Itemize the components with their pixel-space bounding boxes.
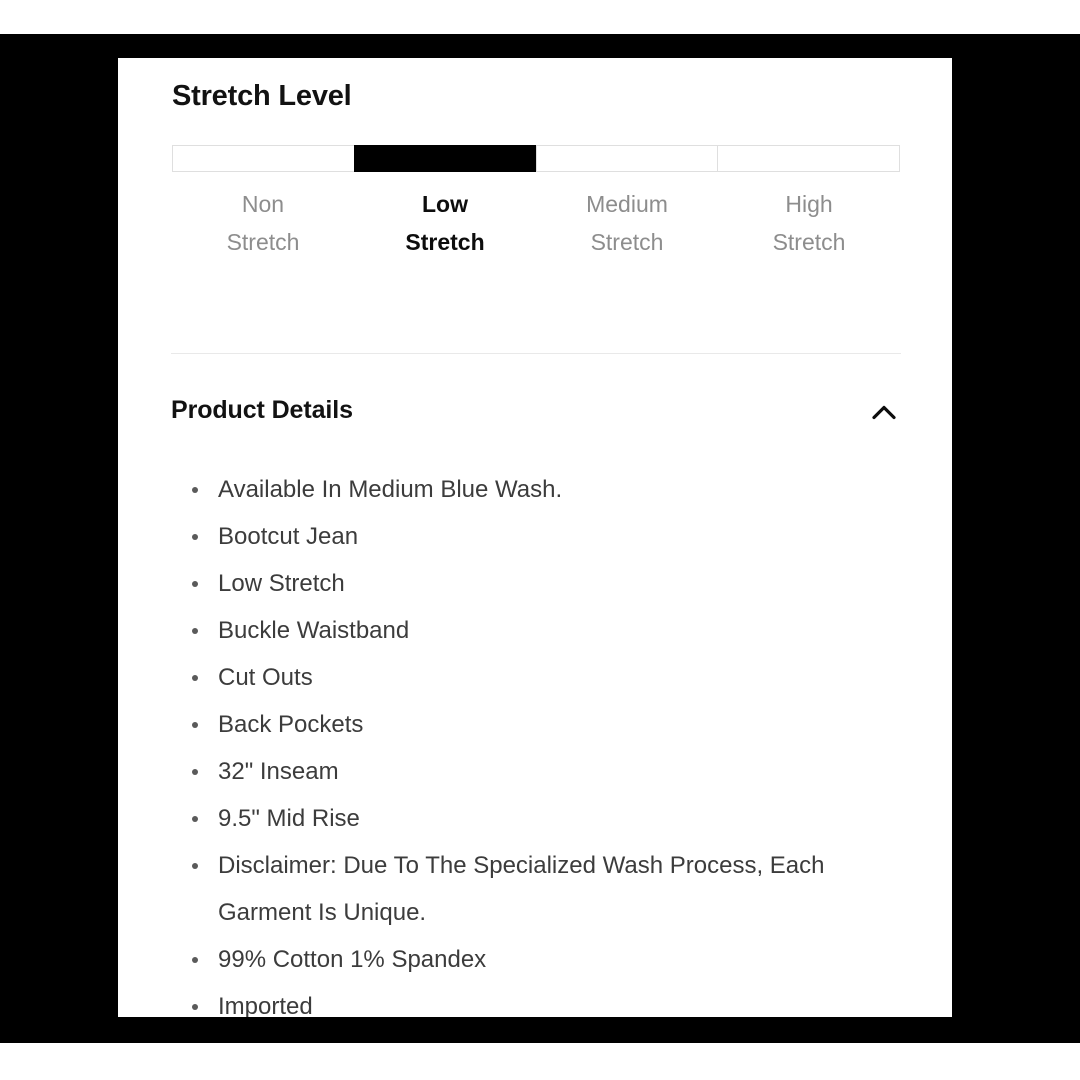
section-divider <box>171 353 901 354</box>
screenshot-viewport: Stretch Level Non Stretch Low Stretch Me… <box>0 0 1080 1080</box>
list-item: Imported <box>172 983 898 1017</box>
stretch-label-high-line1: High <box>785 191 833 217</box>
list-item: 9.5" Mid Rise <box>172 795 898 842</box>
stretch-segment-high[interactable] <box>717 145 900 172</box>
product-details-accordion-header[interactable]: Product Details <box>171 388 901 444</box>
stretch-level-bar[interactable] <box>172 145 900 172</box>
product-details-title: Product Details <box>171 396 353 424</box>
stretch-segment-medium[interactable] <box>535 145 719 172</box>
list-item: Disclaimer: Due To The Specialized Wash … <box>172 842 898 936</box>
stretch-label-low-line1: Low <box>422 191 468 217</box>
product-details-list: Available In Medium Blue Wash. Bootcut J… <box>172 466 898 1017</box>
stretch-segment-low[interactable] <box>353 145 537 172</box>
list-item: 32" Inseam <box>172 748 898 795</box>
stretch-label-medium[interactable]: Medium Stretch <box>536 185 718 261</box>
stretch-level-title: Stretch Level <box>172 80 352 112</box>
list-item: 99% Cotton 1% Spandex <box>172 936 898 983</box>
stretch-label-high[interactable]: High Stretch <box>718 185 900 261</box>
stretch-label-low-line2: Stretch <box>405 229 485 255</box>
chevron-up-icon[interactable] <box>867 396 901 430</box>
stretch-label-low[interactable]: Low Stretch <box>354 185 536 261</box>
list-item: Cut Outs <box>172 654 898 701</box>
scrollbar-track[interactable] <box>937 58 944 1017</box>
list-item: Bootcut Jean <box>172 513 898 560</box>
stretch-label-non-line2: Stretch <box>226 229 300 255</box>
product-info-card: Stretch Level Non Stretch Low Stretch Me… <box>118 58 952 1017</box>
stretch-level-labels: Non Stretch Low Stretch Medium Stretch H… <box>172 185 900 261</box>
list-item: Buckle Waistband <box>172 607 898 654</box>
stretch-label-high-line2: Stretch <box>772 229 846 255</box>
stretch-label-medium-line1: Medium <box>586 191 668 217</box>
stretch-label-non-line1: Non <box>241 191 285 217</box>
list-item: Back Pockets <box>172 701 898 748</box>
list-item: Low Stretch <box>172 560 898 607</box>
stretch-label-medium-line2: Stretch <box>590 229 664 255</box>
stretch-segment-non[interactable] <box>172 145 355 172</box>
list-item: Available In Medium Blue Wash. <box>172 466 898 513</box>
stretch-label-non[interactable]: Non Stretch <box>172 185 354 261</box>
